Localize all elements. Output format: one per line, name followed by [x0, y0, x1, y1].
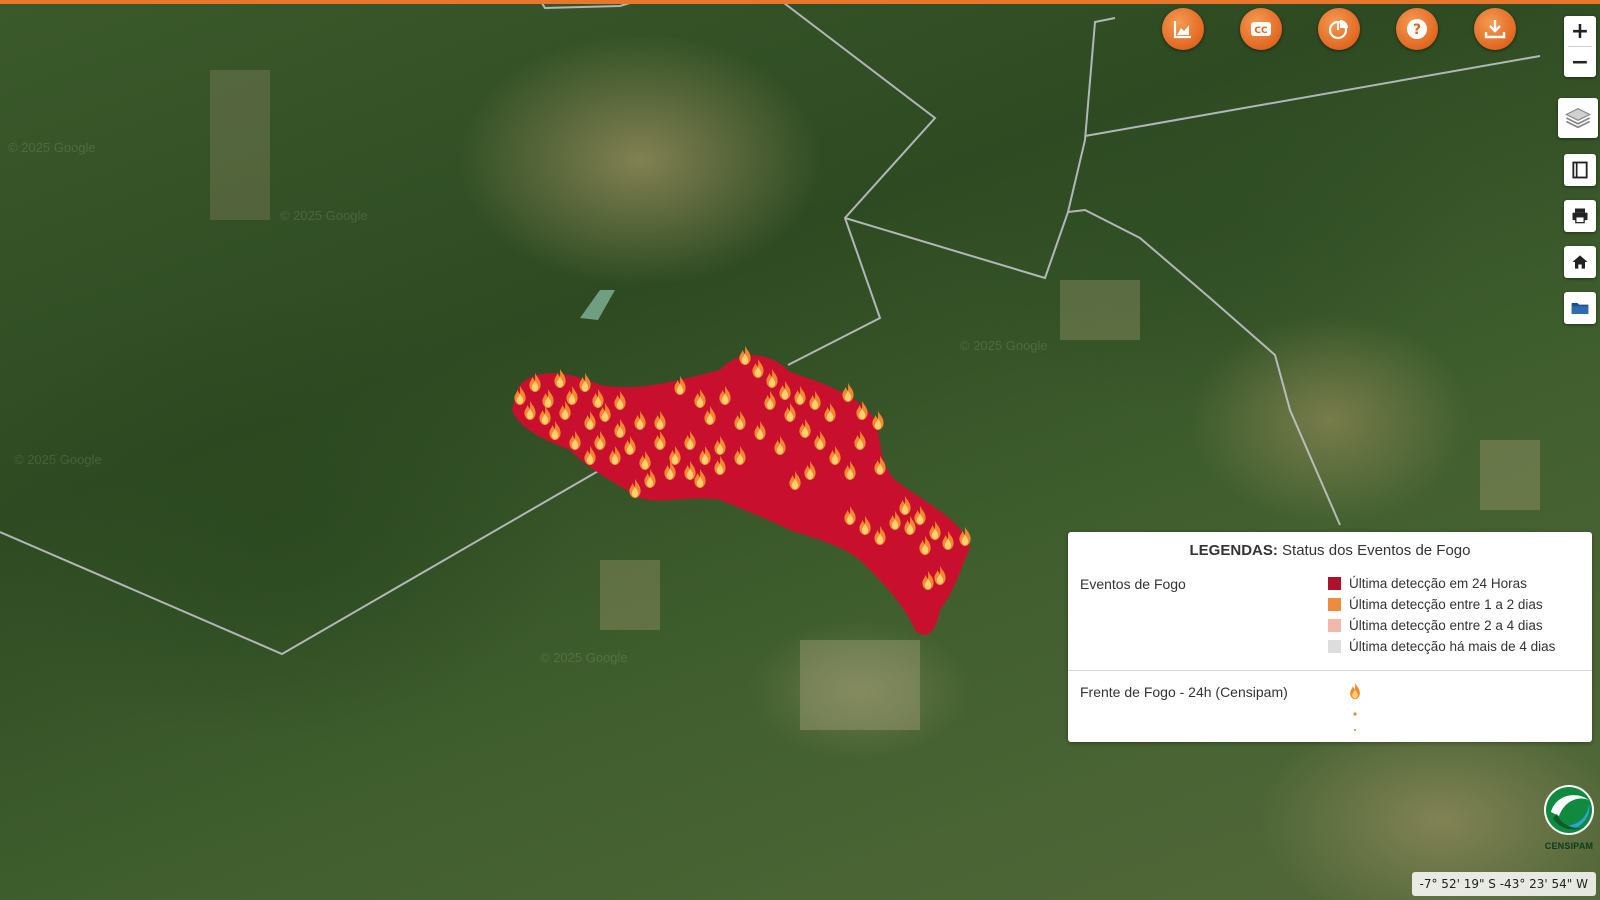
legend-panel: LEGENDAS: Status dos Eventos de Fogo Eve…: [1068, 532, 1592, 742]
area-chart-icon: [1173, 21, 1191, 39]
top-accent-bar: [0, 0, 1600, 4]
globe-logo-icon: [1544, 785, 1594, 835]
legend-item-over-4-days: Última detecção há mais de 4 dias: [1328, 639, 1555, 654]
print-button[interactable]: [1564, 200, 1596, 232]
map-watermark: © 2025 Google: [540, 650, 628, 665]
legend-item-24h: Última detecção em 24 Horas: [1328, 576, 1527, 591]
legend-title-bold: LEGENDAS:: [1189, 542, 1278, 559]
folder-icon: [1571, 303, 1589, 314]
flame-icon: [1350, 682, 1360, 731]
print-icon: [1572, 208, 1588, 224]
fire-front-flame: [579, 372, 591, 393]
fire-front-flame: [674, 375, 686, 396]
fire-front-flame: [739, 345, 751, 366]
fire-front-flame: [872, 410, 884, 431]
layers-icon: [1565, 108, 1591, 129]
zoom-control: + −: [1564, 16, 1596, 77]
fire-front-flame: [959, 526, 971, 547]
coordinates-readout: -7° 52' 19" S -43° 23' 54" W: [1411, 872, 1596, 896]
legend-group-fire-front: Frente de Fogo - 24h (Censipam): [1080, 684, 1288, 700]
map-watermark: © 2025 Google: [14, 452, 102, 467]
home-icon: [1572, 255, 1588, 269]
cc-button[interactable]: CC: [1240, 8, 1282, 50]
zoom-out-button[interactable]: −: [1564, 47, 1596, 77]
legend-swatch: [1328, 598, 1341, 611]
logo-text: CENSIPAM: [1544, 841, 1594, 851]
fire-front-flame: [554, 368, 566, 389]
map-watermark: © 2025 Google: [280, 208, 368, 223]
legend-item-label: Última detecção entre 1 a 2 dias: [1349, 597, 1543, 612]
zoom-in-button[interactable]: +: [1564, 16, 1596, 46]
satellite-map[interactable]: © 2025 Google © 2025 Google © 2025 Googl…: [0, 0, 1600, 900]
pie-chart-icon: [1328, 20, 1348, 40]
frame-icon: [1572, 161, 1588, 179]
home-button[interactable]: [1564, 246, 1596, 278]
legend-swatch: [1328, 577, 1341, 590]
legend-swatch: [1328, 640, 1341, 653]
map-watermark: © 2025 Google: [960, 338, 1048, 353]
download-icon: [1484, 20, 1506, 39]
svg-text:?: ?: [1413, 22, 1421, 38]
map-overlay: [0, 0, 1541, 730]
legend-swatch: [1328, 619, 1341, 632]
svg-text:CC: CC: [1254, 26, 1268, 36]
folder-button[interactable]: [1564, 292, 1596, 324]
map-watermark: © 2025 Google: [8, 140, 96, 155]
frame-button[interactable]: [1564, 154, 1596, 186]
download-button[interactable]: [1474, 8, 1516, 50]
legend-fire-front-symbols: [1346, 680, 1364, 740]
fire-front-flame: [842, 382, 854, 403]
legend-title-rest: Status dos Eventos de Fogo: [1282, 542, 1471, 559]
chart-button[interactable]: [1162, 8, 1204, 50]
water-patch: [580, 290, 615, 320]
cc-icon: CC: [1251, 22, 1271, 36]
legend-divider: [1068, 670, 1592, 671]
help-button[interactable]: ?: [1396, 8, 1438, 50]
question-icon: ?: [1407, 19, 1427, 39]
pie-chart-button[interactable]: [1318, 8, 1360, 50]
legend-title: LEGENDAS: Status dos Eventos de Fogo: [1068, 532, 1592, 566]
legend-item-2-4-days: Última detecção entre 2 a 4 dias: [1328, 618, 1543, 633]
legend-item-label: Última detecção há mais de 4 dias: [1349, 639, 1556, 654]
censipam-logo: CENSIPAM: [1540, 782, 1598, 852]
legend-item-label: Última detecção em 24 Horas: [1349, 576, 1527, 591]
legend-item-1-2-days: Última detecção entre 1 a 2 dias: [1328, 597, 1543, 612]
legend-group-fire-events: Eventos de Fogo: [1080, 576, 1186, 592]
fire-events-area: [512, 355, 970, 635]
legend-item-label: Última detecção entre 2 a 4 dias: [1349, 618, 1543, 633]
layers-button[interactable]: [1558, 98, 1598, 138]
